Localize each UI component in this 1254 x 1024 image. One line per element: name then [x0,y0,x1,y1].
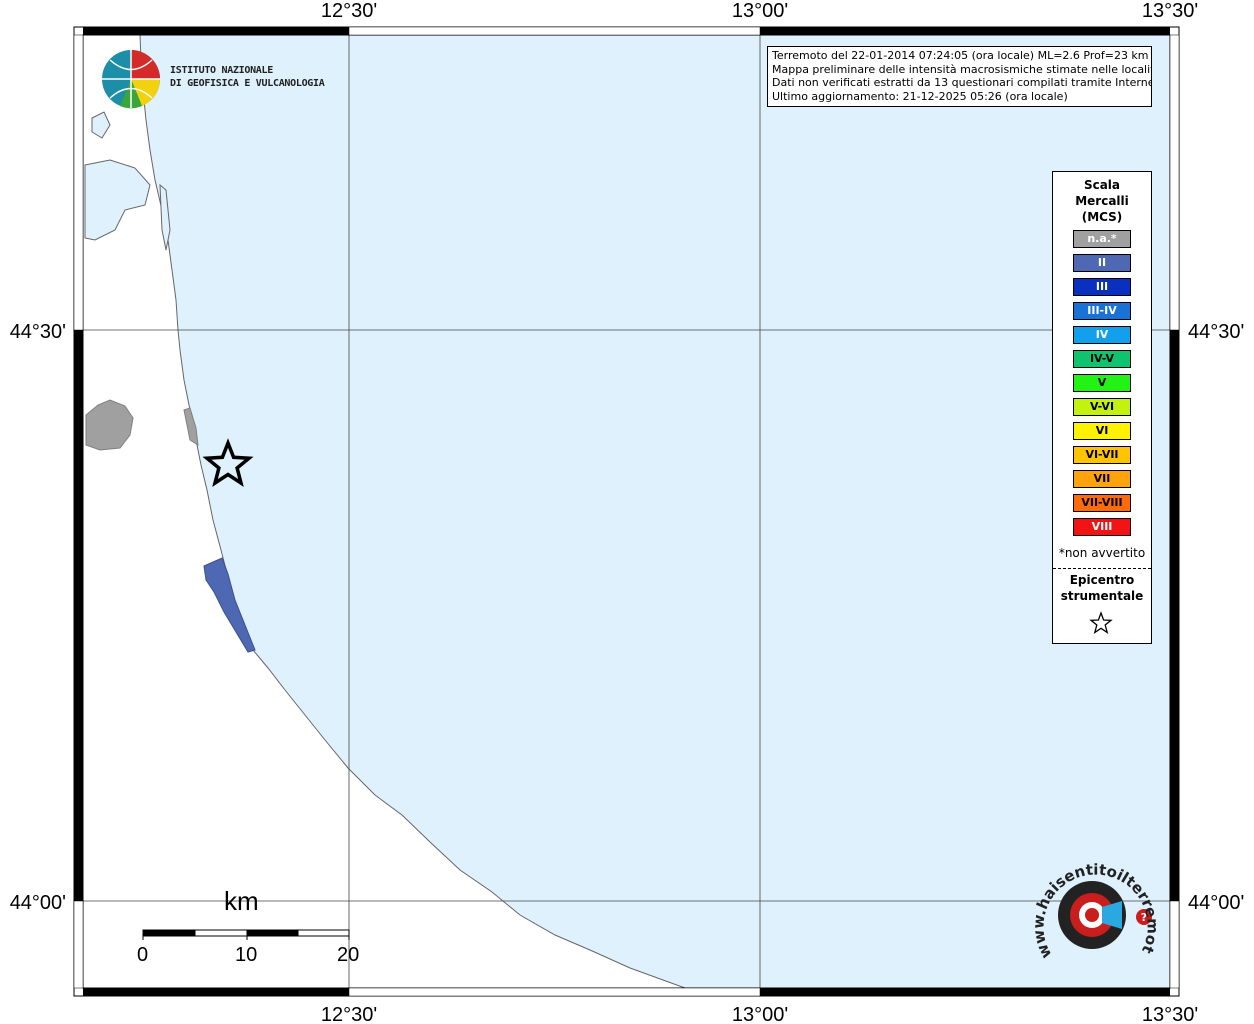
legend-item-v: V [1073,374,1131,392]
scale-label-0: 0 [137,944,149,966]
legend-item-iii-iv: III-IV [1073,302,1131,320]
lat-label-left-1: 44°30' [10,321,66,343]
info-line-3: Dati non verificati estratti da 13 quest… [772,76,1152,89]
info-line-2: Mappa preliminare delle intensità macros… [772,62,1152,76]
legend-item-vi: VI [1073,422,1131,440]
legend-item-ii: II [1073,254,1131,272]
legend-item-vii-viii: VII-VIII [1073,494,1131,512]
scale-unit: km [224,886,259,916]
legend-item-iv: IV [1073,326,1131,344]
info-line-1: Terremoto del 22-01-2014 07:24:05 (ora l… [772,49,1149,62]
legend-title-line2: Mercalli [1075,194,1129,208]
legend-title-line1: Scala [1083,178,1121,192]
legend-note: *non avvertito [1058,546,1146,560]
hai-sentito-logo: ? www.haisentitoilterremoto.it [1032,855,1160,961]
event-info-box: Terremoto del 22-01-2014 07:24:05 (ora l… [767,46,1152,107]
legend-epicenter-line2: strumentale [1060,589,1144,603]
legend-divider [1053,568,1151,569]
legend-title-line3: (MCS) [1081,210,1123,224]
legend-item-v-vi: V-VI [1073,398,1131,416]
legend-title: Scala Mercalli (MCS) [1053,177,1151,225]
mcs-legend: Scala Mercalli (MCS) n.a.* II III III-IV IV I… [1052,171,1152,644]
legend-epicenter-line1: Epicentro [1069,573,1135,587]
legend-item-vi-vii: VI-VII [1073,446,1131,464]
lon-label-bottom-1: 12°30' [321,1004,377,1024]
scale-label-20: 20 [337,944,360,966]
ingv-name-line1: ISTITUTO NAZIONALE [170,65,273,76]
info-line-4: Ultimo aggiornamento: 21-12-2025 05:26 (… [772,89,1068,103]
lon-label-top-2: 13°00' [732,0,788,22]
ingv-name: ISTITUTO NAZIONALE DI GEOFISICA E VULCAN… [170,64,325,90]
legend-item-iv-v: IV-V [1073,350,1131,368]
lat-label-left-2: 44°00' [10,892,66,914]
lat-label-right-1: 44°30' [1188,321,1244,343]
globe-logo-icon [102,50,161,109]
ingv-name-line2: DI GEOFISICA E VULCANOLOGIA [170,78,325,89]
legend-item-viii: VIII [1073,518,1131,536]
legend-epicenter: Epicentro strumentale [1053,572,1151,604]
legend-item-iii: III [1073,278,1131,296]
scale-label-10: 10 [235,944,258,966]
legend-item-vii: VII [1073,470,1131,488]
lat-label-right-2: 44°00' [1188,892,1244,914]
lon-label-bottom-3: 13°30' [1142,1004,1198,1024]
lon-label-bottom-2: 13°00' [732,1004,788,1024]
legend-item-n-a: n.a.* [1073,230,1131,248]
lon-label-top-3: 13°30' [1142,0,1198,22]
lon-label-top-1: 12°30' [321,0,377,22]
epicenter-star-legend-icon [1089,611,1113,635]
